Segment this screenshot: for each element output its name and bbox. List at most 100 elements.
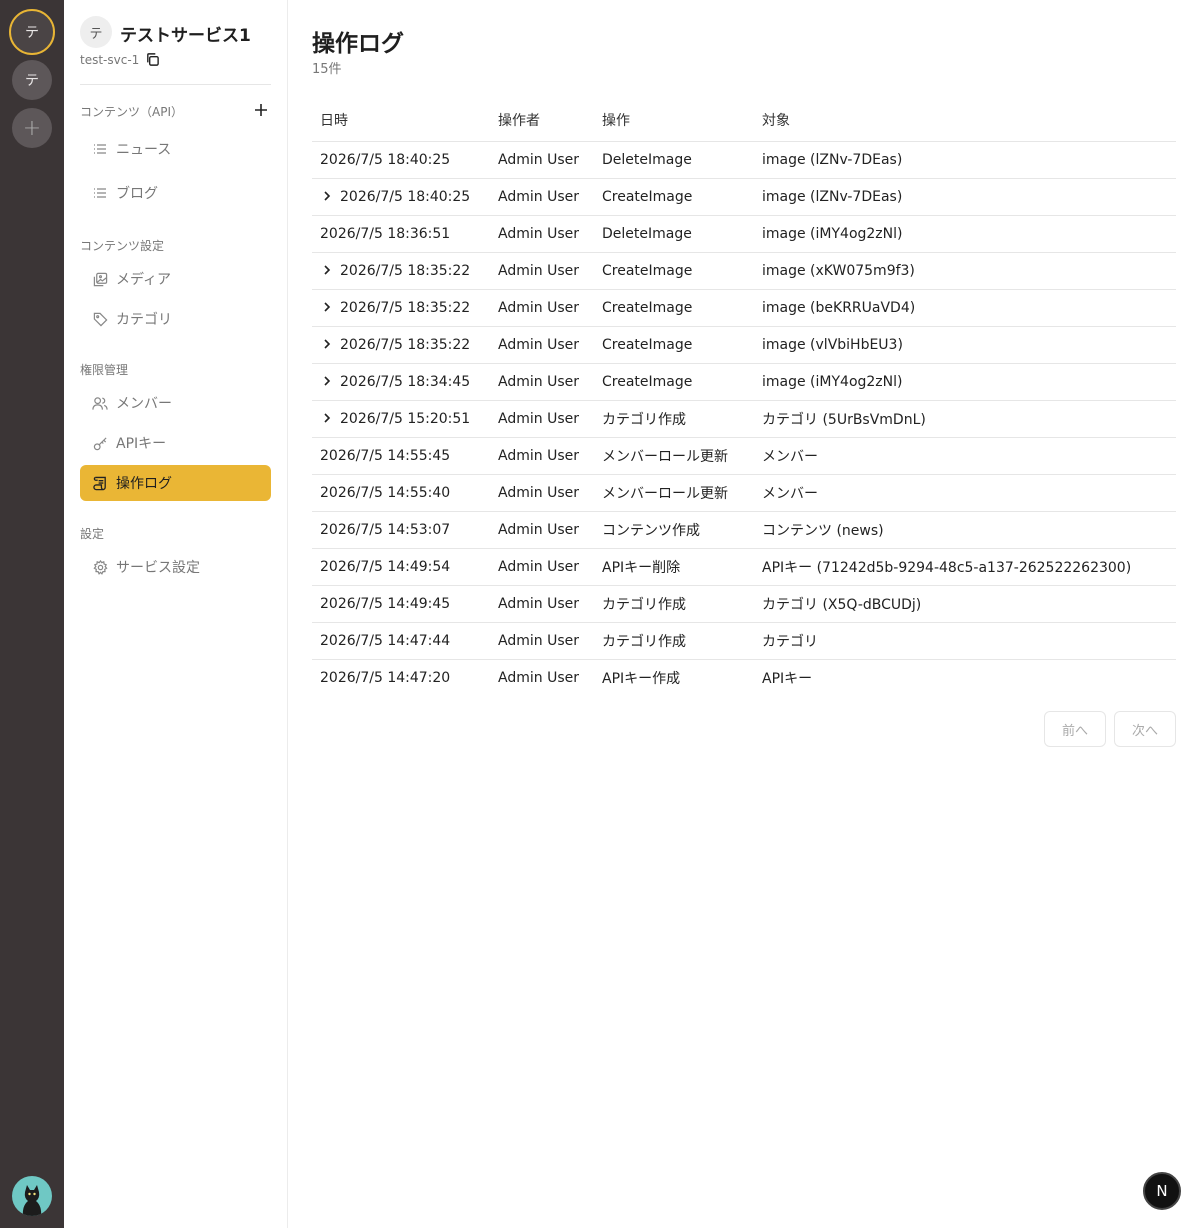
cell-actor: Admin User <box>490 585 594 623</box>
table-row: 2026/7/5 18:40:25 Admin User DeleteImage im… <box>312 141 1176 179</box>
cell-datetime: 2026/7/5 14:49:54 <box>312 548 490 586</box>
table-row[interactable]: 2026/7/5 18:40:25 Admin User CreateImage im… <box>312 178 1176 216</box>
datetime-text: 2026/7/5 14:53:07 <box>320 521 451 538</box>
sidebar-item-media[interactable]: メディア <box>80 261 271 297</box>
sidebar-item-label: APIキー <box>116 436 167 452</box>
cell-actor: Admin User <box>490 215 594 253</box>
datetime-text: 2026/7/5 18:35:22 <box>340 336 471 353</box>
cell-datetime: 2026/7/5 14:53:07 <box>312 511 490 549</box>
cell-action: メンバーロール更新 <box>594 437 754 475</box>
sidebar-item-news[interactable]: ニュース <box>80 131 271 167</box>
cell-actor: Admin User <box>490 437 594 475</box>
column-header-actor: 操作者 <box>490 100 594 142</box>
sidebar-item-category[interactable]: カテゴリ <box>80 301 271 337</box>
sidebar-item-service-settings[interactable]: サービス設定 <box>80 549 271 585</box>
next-page-button[interactable]: 次へ <box>1114 711 1176 747</box>
chevron-right-icon[interactable] <box>320 301 334 313</box>
service-icon: テ <box>80 16 112 48</box>
table-row: 2026/7/5 14:49:45 Admin User カテゴリ作成 カテゴリ (X… <box>312 585 1176 623</box>
cell-action: カテゴリ作成 <box>594 400 754 438</box>
cell-target: image (vlVbiHbEU3) <box>754 326 1176 364</box>
chevron-right-icon[interactable] <box>320 190 334 202</box>
chevron-right-icon[interactable] <box>320 412 334 424</box>
table-row[interactable]: 2026/7/5 18:34:45 Admin User CreateImage im… <box>312 363 1176 401</box>
cell-actor: Admin User <box>490 178 594 216</box>
datetime-text: 2026/7/5 18:35:22 <box>340 262 471 279</box>
chevron-right-icon[interactable] <box>320 375 334 387</box>
user-avatar[interactable] <box>12 1176 52 1216</box>
cell-datetime: 2026/7/5 18:36:51 <box>312 215 490 253</box>
cell-action: DeleteImage <box>594 215 754 253</box>
table-row: 2026/7/5 14:49:54 Admin User APIキー削除 APIキー … <box>312 548 1176 586</box>
table-row[interactable]: 2026/7/5 18:35:22 Admin User CreateImage im… <box>312 252 1176 290</box>
column-header-action: 操作 <box>594 100 754 142</box>
prev-page-button[interactable]: 前へ <box>1044 711 1106 747</box>
gear-icon <box>92 559 108 575</box>
datetime-text: 2026/7/5 14:55:45 <box>320 447 451 464</box>
sidebar: テ テストサービス1 test-svc-1 コンテンツ（API） ニュース ブロ… <box>64 0 288 1228</box>
service-switch-button-2[interactable]: テ <box>12 60 52 100</box>
cell-action: コンテンツ作成 <box>594 511 754 549</box>
table-row: 2026/7/5 14:55:45 Admin User メンバーロール更新 メンバー <box>312 437 1176 475</box>
cell-actor: Admin User <box>490 141 594 179</box>
sidebar-item-members[interactable]: メンバー <box>80 385 271 421</box>
users-icon <box>92 395 108 411</box>
sidebar-item-label: ブログ <box>116 186 158 202</box>
cell-target: コンテンツ (news) <box>754 511 1176 549</box>
sidebar-item-blog[interactable]: ブログ <box>80 175 271 211</box>
table-row: 2026/7/5 14:47:20 Admin User APIキー作成 APIキー <box>312 659 1176 696</box>
table-header-row: 日時 操作者 操作 対象 <box>312 100 1176 142</box>
cell-datetime: 2026/7/5 14:47:20 <box>312 659 490 696</box>
sidebar-item-audit-log[interactable]: 操作ログ <box>80 465 271 501</box>
table-row: 2026/7/5 18:36:51 Admin User DeleteImage im… <box>312 215 1176 253</box>
cell-action: APIキー削除 <box>594 548 754 586</box>
nextjs-dev-indicator[interactable]: N <box>1143 1172 1181 1210</box>
section-label-content-settings: コンテンツ設定 <box>80 239 165 253</box>
cell-datetime: 2026/7/5 18:35:22 <box>312 326 490 364</box>
sidebar-item-label: カテゴリ <box>116 312 172 328</box>
chevron-right-icon[interactable] <box>320 264 334 276</box>
cell-action: カテゴリ作成 <box>594 585 754 623</box>
add-service-button[interactable]: + <box>12 108 52 148</box>
table-row[interactable]: 2026/7/5 18:35:22 Admin User CreateImage im… <box>312 326 1176 364</box>
datetime-text: 2026/7/5 14:47:20 <box>320 669 451 686</box>
datetime-text: 2026/7/5 18:40:25 <box>340 188 471 205</box>
sidebar-item-api-keys[interactable]: APIキー <box>80 425 271 461</box>
service-switch-button-1[interactable]: テ <box>9 9 55 55</box>
tag-icon <box>92 311 108 327</box>
cell-action: カテゴリ作成 <box>594 622 754 660</box>
cell-action: CreateImage <box>594 326 754 364</box>
cell-target: image (iMY4og2zNl) <box>754 215 1176 253</box>
list-icon <box>92 185 108 201</box>
copy-icon[interactable] <box>145 52 160 67</box>
table-row: 2026/7/5 14:47:44 Admin User カテゴリ作成 カテゴリ <box>312 622 1176 660</box>
list-icon <box>92 141 108 157</box>
table-body: 2026/7/5 18:40:25 Admin User DeleteImage im… <box>312 141 1176 696</box>
table-row[interactable]: 2026/7/5 15:20:51 Admin User カテゴリ作成 カテゴリ (5… <box>312 400 1176 438</box>
datetime-text: 2026/7/5 18:40:25 <box>320 151 451 168</box>
add-content-api-button[interactable] <box>252 101 270 119</box>
cell-datetime: 2026/7/5 18:40:25 <box>312 178 490 216</box>
cell-datetime: 2026/7/5 18:35:22 <box>312 252 490 290</box>
cell-action: CreateImage <box>594 363 754 401</box>
section-label-settings: 設定 <box>80 527 105 541</box>
cell-target: image (xKW075m9f3) <box>754 252 1176 290</box>
sidebar-item-label: サービス設定 <box>116 560 200 576</box>
chevron-right-icon[interactable] <box>320 338 334 350</box>
cell-target: image (beKRRUaVD4) <box>754 289 1176 327</box>
section-label-permissions: 権限管理 <box>80 363 129 377</box>
cell-actor: Admin User <box>490 252 594 290</box>
divider <box>80 84 271 85</box>
page-title: 操作ログ <box>312 31 404 57</box>
table-row[interactable]: 2026/7/5 18:35:22 Admin User CreateImage im… <box>312 289 1176 327</box>
cell-datetime: 2026/7/5 15:20:51 <box>312 400 490 438</box>
table-row: 2026/7/5 14:55:40 Admin User メンバーロール更新 メンバー <box>312 474 1176 512</box>
cell-datetime: 2026/7/5 18:34:45 <box>312 363 490 401</box>
cell-target: APIキー (71242d5b-9294-48c5-a137-262522262… <box>754 548 1176 586</box>
sidebar-item-label: メディア <box>116 272 172 288</box>
datetime-text: 2026/7/5 18:36:51 <box>320 225 451 242</box>
datetime-text: 2026/7/5 18:34:45 <box>340 373 471 390</box>
cell-datetime: 2026/7/5 14:55:45 <box>312 437 490 475</box>
cell-actor: Admin User <box>490 363 594 401</box>
cell-target: image (lZNv-7DEas) <box>754 178 1176 216</box>
